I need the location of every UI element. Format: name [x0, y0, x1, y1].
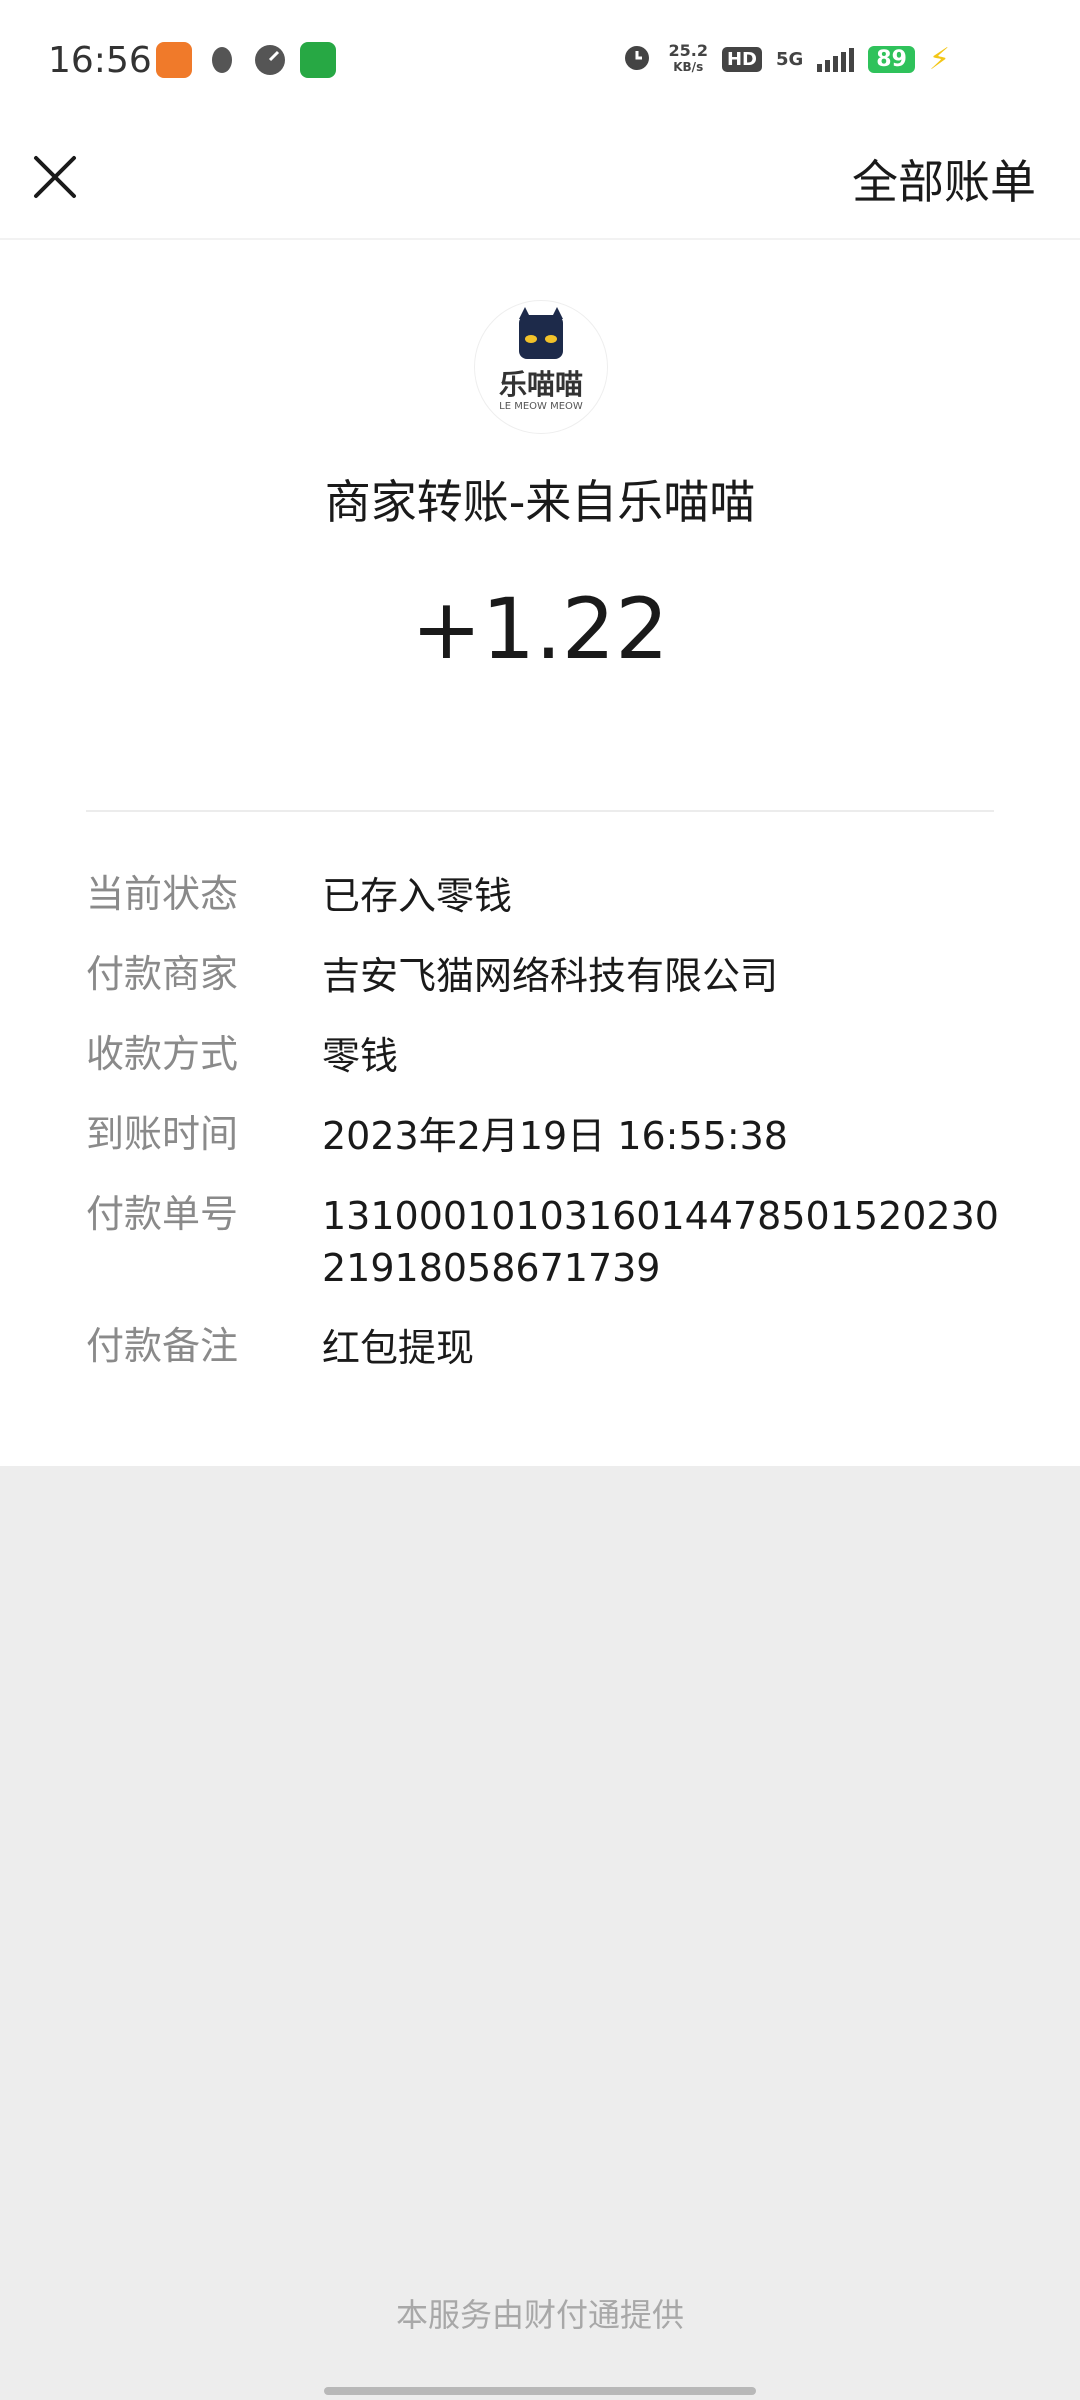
- detail-row-order-number: 付款单号 13100010103160144785015202302191805…: [86, 1190, 1016, 1294]
- detail-label: 付款单号: [86, 1192, 239, 1236]
- battery-level: 89: [868, 45, 915, 73]
- home-indicator[interactable]: [324, 2387, 756, 2395]
- close-button[interactable]: [30, 152, 80, 202]
- network-speed: 25.2 KB/s: [668, 43, 707, 75]
- alarm-icon: [620, 40, 654, 78]
- detail-row-arrival-time: 到账时间 2023年2月19日 16:55:38: [86, 1110, 1016, 1162]
- status-indicators: 25.2 KB/s HD 5G 89 ⚡: [620, 40, 950, 78]
- detail-value: 2023年2月19日 16:55:38: [322, 1114, 788, 1158]
- detail-row-payer: 付款商家 吉安飞猫网络科技有限公司: [86, 950, 1016, 1002]
- shopping-app-icon: [300, 42, 336, 78]
- detail-label: 付款商家: [86, 952, 239, 996]
- hd-badge: HD: [721, 46, 762, 72]
- fox-app-icon: [156, 42, 192, 78]
- detail-label: 收款方式: [86, 1032, 239, 1076]
- detail-label: 付款备注: [86, 1324, 239, 1368]
- detail-row-remark: 付款备注 红包提现: [86, 1322, 1016, 1374]
- detail-value: 零钱: [322, 1034, 399, 1078]
- penguin-icon: [204, 42, 240, 78]
- network-speed-unit: KB/s: [673, 60, 704, 74]
- signal-icon: [817, 46, 855, 72]
- detail-row-receive-method: 收款方式 零钱: [86, 1030, 1016, 1082]
- status-time: 16:56: [48, 40, 152, 81]
- divider: [86, 810, 994, 812]
- network-speed-value: 25.2: [668, 41, 708, 60]
- merchant-logo: 乐喵喵 LE MEOW MEOW: [474, 300, 608, 434]
- logo-subtext: LE MEOW MEOW: [499, 401, 583, 412]
- detail-label: 到账时间: [86, 1112, 239, 1156]
- detail-value[interactable]: 1310001010316014478501520230219180586717…: [322, 1190, 1002, 1294]
- detail-row-status: 当前状态 已存入零钱: [86, 870, 1016, 922]
- speedometer-icon: [252, 42, 288, 78]
- transaction-detail-card: 乐喵喵 LE MEOW MEOW 商家转账-来自乐喵喵 +1.22 当前状态 已…: [0, 240, 1080, 1466]
- close-icon: [34, 156, 76, 198]
- transaction-amount: +1.22: [411, 580, 669, 678]
- provider-note: 本服务由财付通提供: [395, 2296, 684, 2334]
- charging-icon: ⚡: [928, 41, 950, 77]
- status-bar: 16:56 25.2 KB/s HD 5G 89 ⚡: [0, 0, 1080, 124]
- detail-value: 已存入零钱: [322, 874, 513, 918]
- details-list: 当前状态 已存入零钱 付款商家 吉安飞猫网络科技有限公司 收款方式 零钱 到账时…: [86, 870, 1016, 1402]
- top-bar: 全部账单: [0, 124, 1080, 240]
- detail-value: 红包提现: [322, 1326, 475, 1370]
- detail-label: 当前状态: [86, 872, 239, 916]
- network-type: 5G: [775, 48, 804, 70]
- transaction-title: 商家转账-来自乐喵喵: [324, 475, 756, 529]
- notification-icons: [156, 42, 336, 78]
- all-bills-link[interactable]: 全部账单: [852, 146, 1036, 212]
- logo-text: 乐喵喵: [498, 368, 583, 401]
- detail-value: 吉安飞猫网络科技有限公司: [322, 954, 779, 998]
